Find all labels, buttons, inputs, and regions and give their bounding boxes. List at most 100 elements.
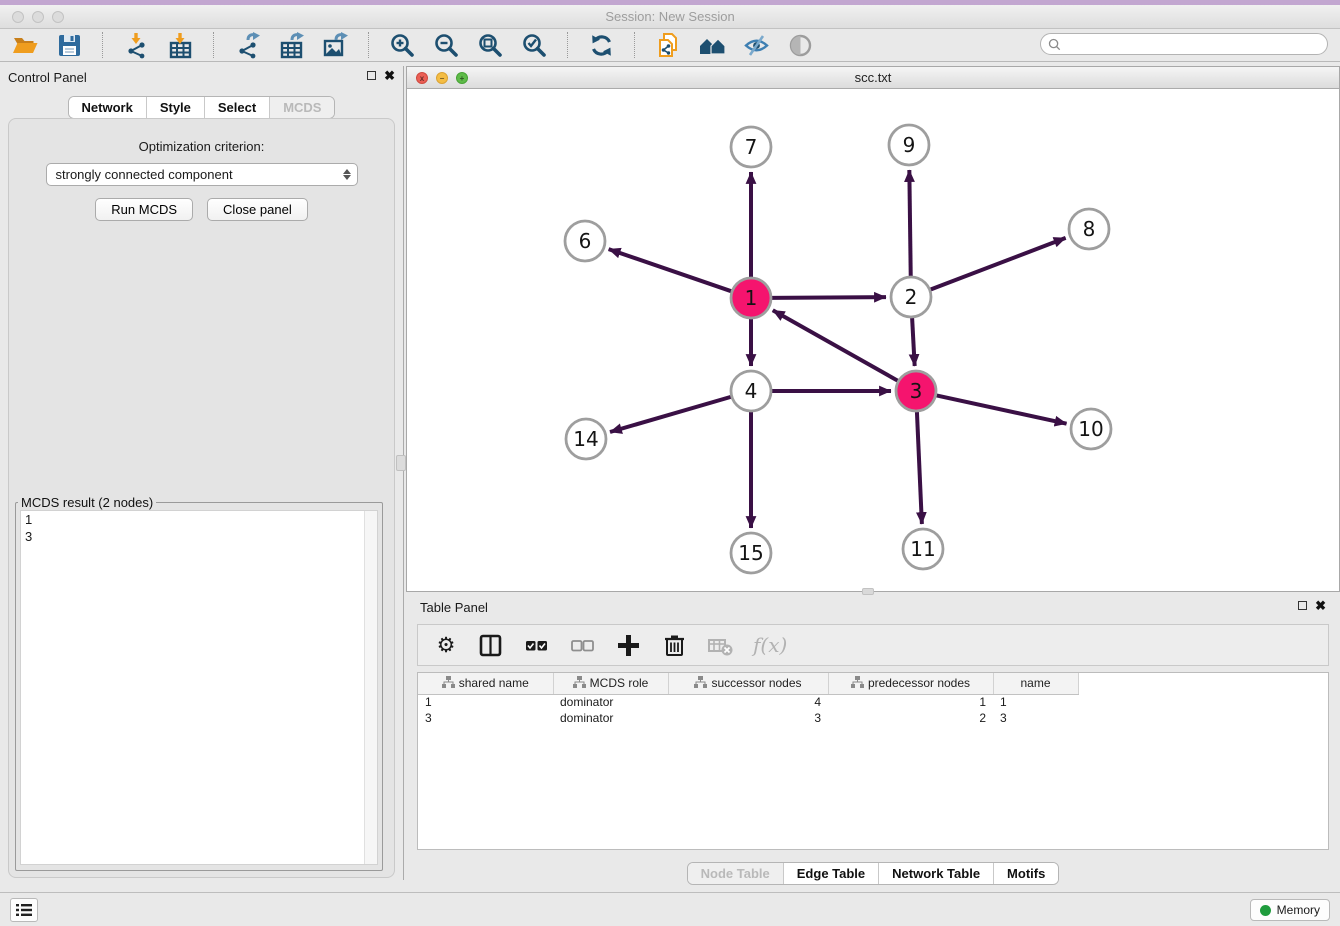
edge-4-14[interactable]	[610, 397, 731, 432]
tab-network[interactable]: Network	[69, 97, 147, 118]
clone-network-icon[interactable]	[653, 31, 683, 59]
import-table-icon[interactable]	[165, 31, 195, 59]
minimize-window-button[interactable]	[32, 11, 44, 23]
graph-node-4[interactable]: 4	[731, 371, 771, 411]
table-cell[interactable]: dominator	[553, 694, 668, 710]
application-window: { "window": { "title": "Session: New Ses…	[0, 0, 1340, 926]
column-header-name[interactable]: name	[993, 673, 1078, 694]
node-label: 9	[903, 133, 916, 157]
tab-network-table[interactable]: Network Table	[879, 863, 994, 884]
edge-1-6[interactable]	[609, 249, 731, 291]
toolbar-separator	[634, 32, 635, 58]
table-cell[interactable]: 3	[418, 710, 553, 726]
network-minimize-button[interactable]: −	[436, 72, 448, 84]
network-close-button[interactable]: x	[416, 72, 428, 84]
show-columns-icon[interactable]	[477, 631, 504, 659]
table-float-panel-icon[interactable]	[1298, 601, 1307, 610]
close-panel-icon[interactable]: ✖	[384, 70, 395, 81]
select-all-rows-icon[interactable]	[523, 631, 550, 659]
table-cell[interactable]: 4	[668, 694, 828, 710]
close-panel-button[interactable]: Close panel	[207, 198, 308, 221]
save-session-icon[interactable]	[54, 31, 84, 59]
export-image-icon[interactable]	[320, 31, 350, 59]
main-toolbar	[0, 29, 1340, 62]
control-panel-tabs: NetworkStyleSelectMCDS	[68, 96, 336, 119]
graph-node-6[interactable]: 6	[565, 221, 605, 261]
delete-table-icon	[707, 631, 734, 659]
graph-node-2[interactable]: 2	[891, 277, 931, 317]
edge-3-1[interactable]	[773, 310, 898, 380]
graph-node-1[interactable]: 1	[731, 278, 771, 318]
edge-3-10[interactable]	[937, 395, 1067, 423]
tab-style[interactable]: Style	[147, 97, 205, 118]
tab-select[interactable]: Select	[205, 97, 270, 118]
add-column-icon[interactable]	[615, 631, 642, 659]
edge-3-11[interactable]	[917, 412, 922, 524]
run-mcds-button[interactable]: Run MCDS	[95, 198, 193, 221]
result-scrollbar[interactable]	[364, 511, 377, 864]
tab-node-table[interactable]: Node Table	[688, 863, 784, 884]
column-header-successor-nodes[interactable]: successor nodes	[668, 673, 828, 694]
node-label: 14	[573, 427, 598, 451]
tab-mcds[interactable]: MCDS	[270, 97, 334, 118]
horizontal-divider-grip[interactable]	[862, 588, 874, 595]
search-input[interactable]	[1065, 35, 1327, 53]
table-cell[interactable]: 3	[993, 710, 1078, 726]
table-cell[interactable]: 1	[828, 694, 993, 710]
graph-node-7[interactable]: 7	[731, 127, 771, 167]
criterion-dropdown[interactable]: strongly connected component	[46, 163, 358, 186]
session-title: Session: New Session	[0, 5, 1340, 29]
column-header-predecessor-nodes[interactable]: predecessor nodes	[828, 673, 993, 694]
graph-node-10[interactable]: 10	[1071, 409, 1111, 449]
graph-node-11[interactable]: 11	[903, 529, 943, 569]
column-header-shared-name[interactable]: shared name	[418, 673, 553, 694]
table-cell[interactable]: 3	[668, 710, 828, 726]
hide-panels-icon[interactable]	[741, 31, 771, 59]
graph-node-9[interactable]: 9	[889, 125, 929, 165]
export-table-icon[interactable]	[276, 31, 306, 59]
network-canvas[interactable]: 7 9 6 8 1 2 4 3 14 10 15 11	[407, 89, 1339, 591]
zoom-in-icon[interactable]	[387, 31, 417, 59]
tab-motifs[interactable]: Motifs	[994, 863, 1058, 884]
table-settings-gear-icon[interactable]: ⚙	[434, 631, 458, 659]
table-cell[interactable]: dominator	[553, 710, 668, 726]
table-cell[interactable]: 1	[993, 694, 1078, 710]
delete-column-icon[interactable]	[661, 631, 688, 659]
graph-node-8[interactable]: 8	[1069, 209, 1109, 249]
table-cell[interactable]: 2	[828, 710, 993, 726]
network-zoom-button[interactable]: +	[456, 72, 468, 84]
zoom-out-icon[interactable]	[431, 31, 461, 59]
table-cell[interactable]: 1	[418, 694, 553, 710]
zoom-window-button[interactable]	[52, 11, 64, 23]
zoom-fit-icon[interactable]	[475, 31, 505, 59]
panel-divider-grip[interactable]	[396, 455, 406, 471]
hierarchy-icon	[851, 676, 864, 691]
edge-2-3[interactable]	[912, 318, 915, 366]
table-panel-title: Table Panel	[420, 600, 488, 615]
table-row[interactable]: 1dominator411	[418, 694, 1078, 710]
edge-2-9[interactable]	[909, 170, 910, 276]
memory-button[interactable]: Memory	[1250, 899, 1330, 921]
search-box[interactable]	[1040, 33, 1328, 55]
import-network-icon[interactable]	[121, 31, 151, 59]
home-icon[interactable]	[697, 31, 727, 59]
graph-node-15[interactable]: 15	[731, 533, 771, 573]
tab-edge-table[interactable]: Edge Table	[784, 863, 879, 884]
export-network-icon[interactable]	[232, 31, 262, 59]
column-header-MCDS-role[interactable]: MCDS role	[553, 673, 668, 694]
node-label: 4	[745, 379, 758, 403]
graph-node-3[interactable]: 3	[896, 371, 936, 411]
table-row[interactable]: 3dominator323	[418, 710, 1078, 726]
control-panel-title: Control Panel	[8, 70, 87, 85]
edge-2-8[interactable]	[931, 238, 1066, 290]
deselect-all-rows-icon[interactable]	[569, 631, 596, 659]
task-history-button[interactable]	[10, 898, 38, 922]
edge-1-2[interactable]	[772, 297, 886, 298]
open-session-icon[interactable]	[10, 31, 40, 59]
zoom-selected-icon[interactable]	[519, 31, 549, 59]
graph-node-14[interactable]: 14	[566, 419, 606, 459]
float-panel-icon[interactable]	[367, 71, 376, 80]
close-window-button[interactable]	[12, 11, 24, 23]
table-close-panel-icon[interactable]: ✖	[1315, 600, 1326, 611]
refresh-layout-icon[interactable]	[586, 31, 616, 59]
